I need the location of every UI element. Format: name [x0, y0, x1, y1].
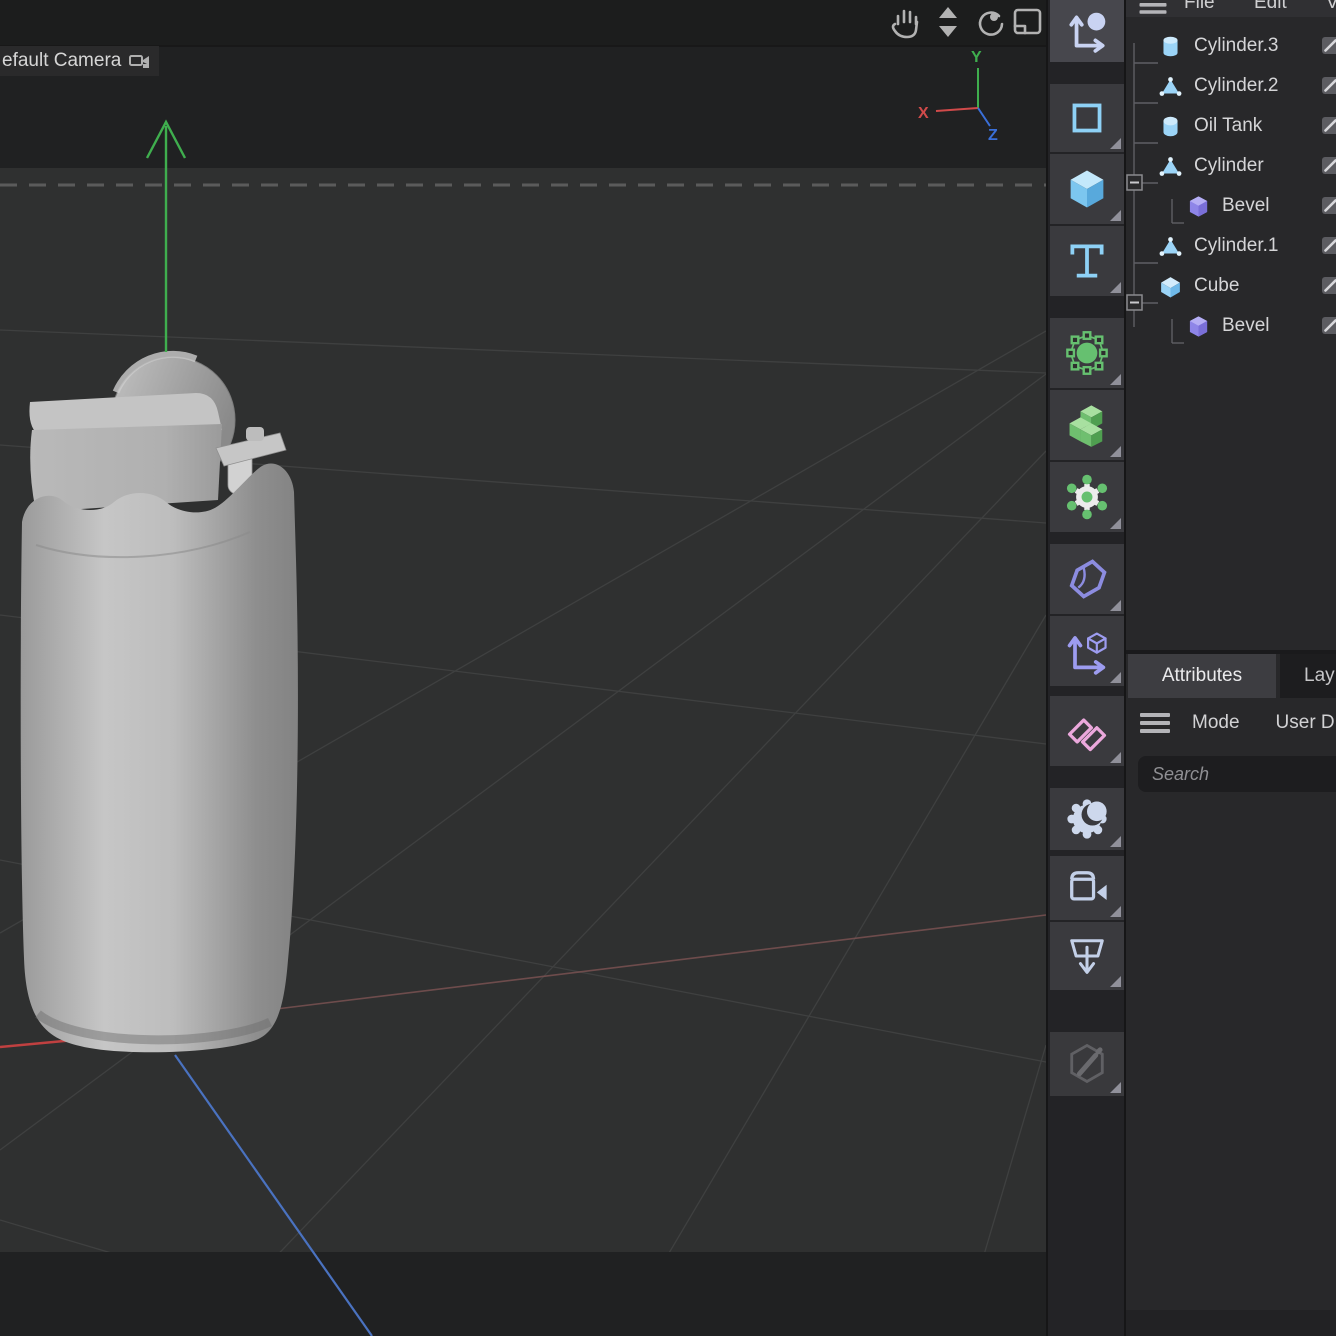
- volume-generator-button[interactable]: [1050, 390, 1124, 460]
- left-toolbar: [1046, 0, 1126, 1336]
- light-object-button[interactable]: [1050, 788, 1124, 850]
- polygon-icon: [1158, 234, 1183, 259]
- spline-modifier-icon: [1063, 555, 1111, 603]
- search-input[interactable]: [1138, 756, 1336, 792]
- object-row[interactable]: Cylinder.1: [1126, 226, 1336, 266]
- attributes-modebar: Mode User D: [1126, 698, 1336, 748]
- object-row[interactable]: Cube: [1126, 266, 1336, 306]
- spline-rectangle-icon: [1064, 95, 1110, 141]
- edit-toggle[interactable]: [1322, 197, 1336, 214]
- attributes-menu-icon[interactable]: [1140, 713, 1170, 733]
- safe-frame-bottom-band: [0, 1252, 1046, 1336]
- om-menu-hamburger-icon[interactable]: [1138, 2, 1168, 17]
- object-row[interactable]: Cylinder.3: [1126, 26, 1336, 66]
- viewport-3d[interactable]: Y X Z: [0, 0, 1046, 1336]
- object-tree: Cylinder.3Cylinder.2Oil TankCylinderBeve…: [1126, 17, 1336, 357]
- object-label: Bevel: [1222, 306, 1270, 346]
- object-label: Oil Tank: [1194, 106, 1262, 146]
- floor-stage-icon: [1063, 932, 1111, 980]
- object-label: Bevel: [1222, 186, 1270, 226]
- camera-label[interactable]: efault Camera: [0, 46, 159, 76]
- gizmo-x-label: X: [918, 105, 929, 122]
- camera-tag-icon: [129, 52, 151, 70]
- mograph-cloner-button[interactable]: [1050, 696, 1124, 766]
- edit-material-icon: [1063, 1040, 1111, 1088]
- mograph-cloner-icon: [1063, 707, 1111, 755]
- cube-primitive-button[interactable]: [1050, 154, 1124, 224]
- object-manager-menubar: File Edit V: [1126, 0, 1336, 17]
- object-row[interactable]: Cylinder.2: [1126, 66, 1336, 106]
- object-row[interactable]: Oil Tank: [1126, 106, 1336, 146]
- object-row[interactable]: Cylinder: [1126, 146, 1336, 186]
- spline-modifier-button[interactable]: [1050, 544, 1124, 614]
- app-window: Y X Z: [0, 0, 1336, 1336]
- right-panel: File Edit V Cylinder.3Cylinder.2Oil Tank…: [1124, 0, 1336, 1336]
- object-row[interactable]: Bevel: [1126, 306, 1336, 346]
- bevel-icon: [1186, 314, 1211, 339]
- bevel-icon: [1186, 194, 1211, 219]
- edit-toggle[interactable]: [1322, 277, 1336, 294]
- edit-toggle[interactable]: [1322, 117, 1336, 134]
- tab-layers[interactable]: Lay: [1280, 654, 1336, 698]
- om-menu-file[interactable]: File: [1184, 0, 1215, 14]
- generator-gear-button[interactable]: [1050, 462, 1124, 532]
- edit-toggle[interactable]: [1322, 77, 1336, 94]
- user-data-menu[interactable]: User D: [1276, 712, 1335, 734]
- polygon-icon: [1158, 74, 1183, 99]
- viewport-scene: Y X Z: [0, 0, 1046, 1336]
- panel-bottom-shade: [1126, 1310, 1336, 1336]
- camera-label-text: efault Camera: [2, 46, 121, 76]
- move-tool-icon: [1064, 8, 1110, 54]
- object-label: Cylinder: [1194, 146, 1264, 186]
- floor-stage-button[interactable]: [1050, 922, 1124, 990]
- attributes-tabbar: Attributes Lay: [1126, 654, 1336, 698]
- mode-menu[interactable]: Mode: [1192, 712, 1240, 734]
- text-tool-button[interactable]: [1050, 226, 1124, 296]
- subdivision-surface-button[interactable]: [1050, 318, 1124, 388]
- object-label: Cylinder.3: [1194, 26, 1279, 66]
- text-tool-icon: [1064, 238, 1110, 284]
- spline-rectangle-button[interactable]: [1050, 84, 1124, 152]
- object-label: Cylinder.2: [1194, 66, 1279, 106]
- volume-generator-icon: [1063, 401, 1111, 449]
- om-menu-view[interactable]: V: [1326, 0, 1336, 14]
- object-label: Cube: [1194, 266, 1239, 306]
- edit-toggle[interactable]: [1322, 237, 1336, 254]
- subdivision-surface-icon: [1063, 329, 1111, 377]
- edit-toggle[interactable]: [1322, 317, 1336, 334]
- camera-object-icon: [1063, 864, 1111, 912]
- cube-primitive-icon: [1063, 165, 1111, 213]
- edit-toggle[interactable]: [1322, 37, 1336, 54]
- deformer-button[interactable]: [1050, 616, 1124, 686]
- oiltank-icon: [1158, 114, 1183, 139]
- tab-attributes[interactable]: Attributes: [1128, 654, 1276, 698]
- edit-toggle[interactable]: [1322, 157, 1336, 174]
- generator-gear-icon: [1063, 473, 1111, 521]
- deformer-icon: [1063, 627, 1111, 675]
- cylinder-icon: [1158, 34, 1183, 59]
- camera-object-button[interactable]: [1050, 856, 1124, 920]
- viewport-topbar-strip: [0, 0, 1046, 46]
- object-row[interactable]: Bevel: [1126, 186, 1336, 226]
- om-menu-edit[interactable]: Edit: [1254, 0, 1287, 14]
- object-label: Cylinder.1: [1194, 226, 1279, 266]
- polygon-icon: [1158, 154, 1183, 179]
- light-object-icon: [1063, 795, 1111, 843]
- move-tool-button[interactable]: [1050, 0, 1124, 62]
- gizmo-z-label: Z: [988, 127, 998, 144]
- edit-material-button[interactable]: [1050, 1032, 1124, 1096]
- cube-icon: [1158, 274, 1183, 299]
- gizmo-y-label: Y: [971, 49, 982, 66]
